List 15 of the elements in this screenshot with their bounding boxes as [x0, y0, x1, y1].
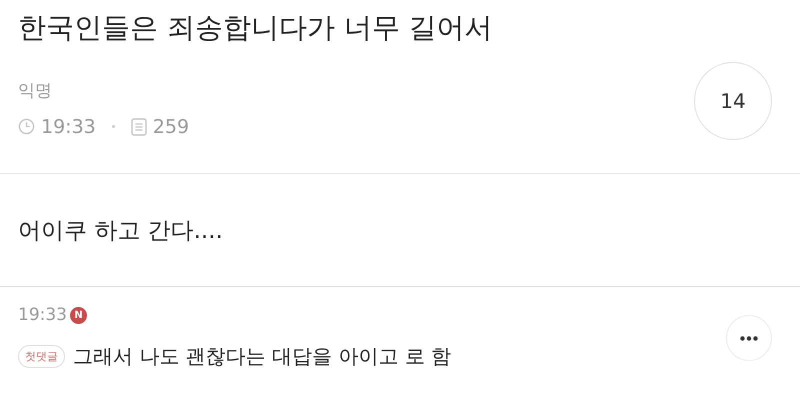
more-icon [740, 336, 758, 340]
more-button[interactable] [726, 315, 772, 361]
post-time: 19:33 [41, 116, 96, 138]
post-title: 한국인들은 죄송합니다가 너무 길어서 [18, 10, 494, 46]
author-name: 익명 [18, 80, 53, 102]
new-badge: N [70, 306, 87, 324]
comment-time: 19:33 [18, 305, 67, 325]
view-count: 259 [152, 116, 190, 138]
document-icon [130, 118, 147, 136]
post-body: 어이쿠 하고 간다.... [18, 216, 223, 246]
comment-text: 그래서 나도 괜찮다는 대답을 아이고 로 함 [73, 343, 452, 370]
separator-dot-icon [112, 125, 115, 128]
comment-count-button[interactable]: 14 [694, 62, 772, 140]
clock-icon [18, 118, 35, 135]
first-comment-tag: 첫댓글 [18, 345, 65, 368]
